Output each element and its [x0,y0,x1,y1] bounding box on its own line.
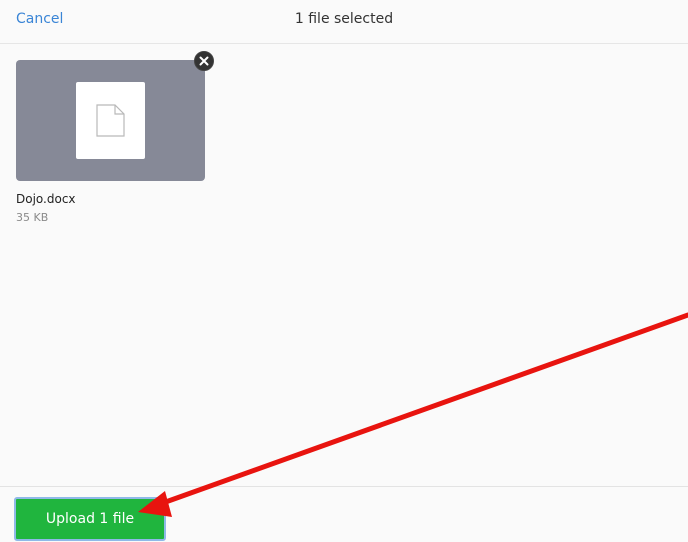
header-bar: Cancel 1 file selected [0,0,688,44]
upload-button[interactable]: Upload 1 file [14,497,166,541]
cancel-button[interactable]: Cancel [16,11,63,27]
document-icon [96,104,125,137]
file-thumbnail [16,60,205,181]
file-size: 35 KB [16,211,49,224]
file-preview [76,82,145,159]
page-title-text: 1 file selected [294,11,394,27]
close-icon [199,56,209,66]
file-name: Dojo.docx [16,192,76,206]
page-title: 1 file selected [0,11,688,27]
remove-file-button[interactable] [194,51,214,71]
file-card [16,60,205,181]
